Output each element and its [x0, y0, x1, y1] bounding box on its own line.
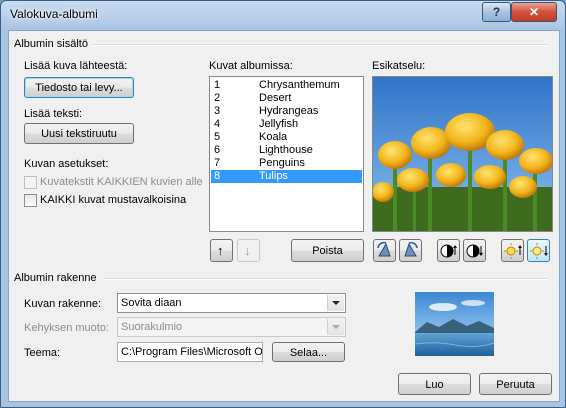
pictures-in-album-label: Kuvat albumissa: — [209, 60, 293, 72]
title-bar[interactable]: Valokuva-albumi ? ✕ — [1, 1, 565, 31]
picture-layout-dropdown[interactable]: Sovita diaan — [117, 293, 346, 313]
theme-label: Teema: — [24, 347, 61, 359]
browse-button[interactable]: Selaa... — [272, 342, 345, 362]
contrast-increase-button[interactable] — [437, 239, 460, 262]
list-item[interactable]: 3 Hydrangeas — [211, 105, 362, 118]
rotate-left-button[interactable] — [373, 239, 396, 262]
insert-text-label: Lisää teksti: — [24, 108, 83, 120]
move-down-button[interactable]: ↓ — [237, 239, 260, 262]
list-item-selected[interactable]: 8 Tulips — [211, 170, 362, 183]
rotate-right-icon — [404, 241, 418, 257]
list-item[interactable]: 5 Koala — [211, 131, 362, 144]
insert-picture-label: Lisää kuva lähteestä: — [24, 60, 128, 72]
chevron-down-icon — [327, 295, 344, 311]
window-title: Valokuva-albumi — [10, 7, 98, 21]
black-white-checkbox-label: KAIKKI kuvat mustavalkoisina — [40, 194, 187, 206]
black-white-checkbox[interactable] — [24, 194, 37, 207]
create-button[interactable]: Luo — [398, 373, 471, 395]
theme-path-value: C:\Program Files\Microsoft Of — [121, 346, 263, 358]
brightness-increase-icon — [504, 243, 522, 259]
move-up-button[interactable]: ↑ — [210, 239, 233, 262]
dialog-body: Albumin sisältö Lisää kuva lähteestä: Ti… — [8, 30, 560, 402]
brightness-decrease-button[interactable] — [527, 239, 550, 262]
photo-album-dialog: Valokuva-albumi ? ✕ Albumin sisältö Lisä… — [0, 0, 566, 408]
captions-checkbox[interactable] — [24, 176, 37, 189]
tulips-photo — [372, 77, 553, 231]
group-divider — [87, 44, 549, 46]
picture-options-label: Kuvan asetukset: — [24, 158, 109, 170]
list-item[interactable]: 4 Jellyfish — [211, 118, 362, 131]
frame-shape-value: Suorakulmio — [121, 321, 183, 333]
close-button[interactable]: ✕ — [511, 2, 557, 22]
list-item[interactable]: 1 Chrysanthemum — [211, 79, 362, 92]
move-up-icon: ↑ — [217, 243, 224, 258]
preview-label: Esikatselu: — [372, 60, 426, 72]
album-content-group-label: Albumin sisältö — [14, 38, 91, 50]
cancel-button[interactable]: Peruuta — [479, 373, 552, 395]
file-or-disk-button[interactable]: Tiedosto tai levy... — [24, 77, 134, 98]
brightness-decrease-icon — [530, 243, 548, 259]
layout-preview-image — [415, 292, 494, 356]
rotate-right-button[interactable] — [399, 239, 422, 262]
help-button[interactable]: ? — [482, 2, 511, 22]
theme-path-field[interactable]: C:\Program Files\Microsoft Of — [117, 342, 263, 362]
help-icon: ? — [492, 5, 501, 19]
list-item[interactable]: 2 Desert — [211, 92, 362, 105]
chevron-down-icon — [327, 319, 344, 335]
pictures-list[interactable]: 1 Chrysanthemum 2 Desert 3 Hydrangeas 4 Jell… — [209, 76, 364, 232]
contrast-decrease-button[interactable] — [463, 239, 486, 262]
brightness-increase-button[interactable] — [501, 239, 524, 262]
rotate-left-icon — [377, 241, 391, 257]
album-layout-group-label: Albumin rakenne — [14, 272, 100, 284]
close-icon: ✕ — [528, 5, 540, 19]
captions-checkbox-label: Kuvatekstit KAIKKIEN kuvien alle — [40, 176, 203, 188]
list-item[interactable]: 7 Penguins — [211, 157, 362, 170]
preview-image — [372, 76, 553, 232]
list-item[interactable]: 6 Lighthouse — [211, 144, 362, 157]
frame-shape-label: Kehyksen muoto: — [24, 322, 109, 334]
frame-shape-dropdown[interactable]: Suorakulmio — [117, 317, 346, 337]
contrast-decrease-icon — [466, 244, 483, 258]
layout-preview-thumbnail — [415, 292, 494, 356]
group-divider — [103, 278, 549, 280]
remove-button[interactable]: Poista — [291, 239, 364, 262]
contrast-increase-icon — [440, 244, 457, 258]
move-down-icon: ↓ — [244, 243, 251, 258]
picture-layout-value: Sovita diaan — [121, 297, 182, 309]
picture-layout-label: Kuvan rakenne: — [24, 298, 102, 310]
new-text-box-button[interactable]: Uusi tekstiruutu — [24, 123, 134, 144]
